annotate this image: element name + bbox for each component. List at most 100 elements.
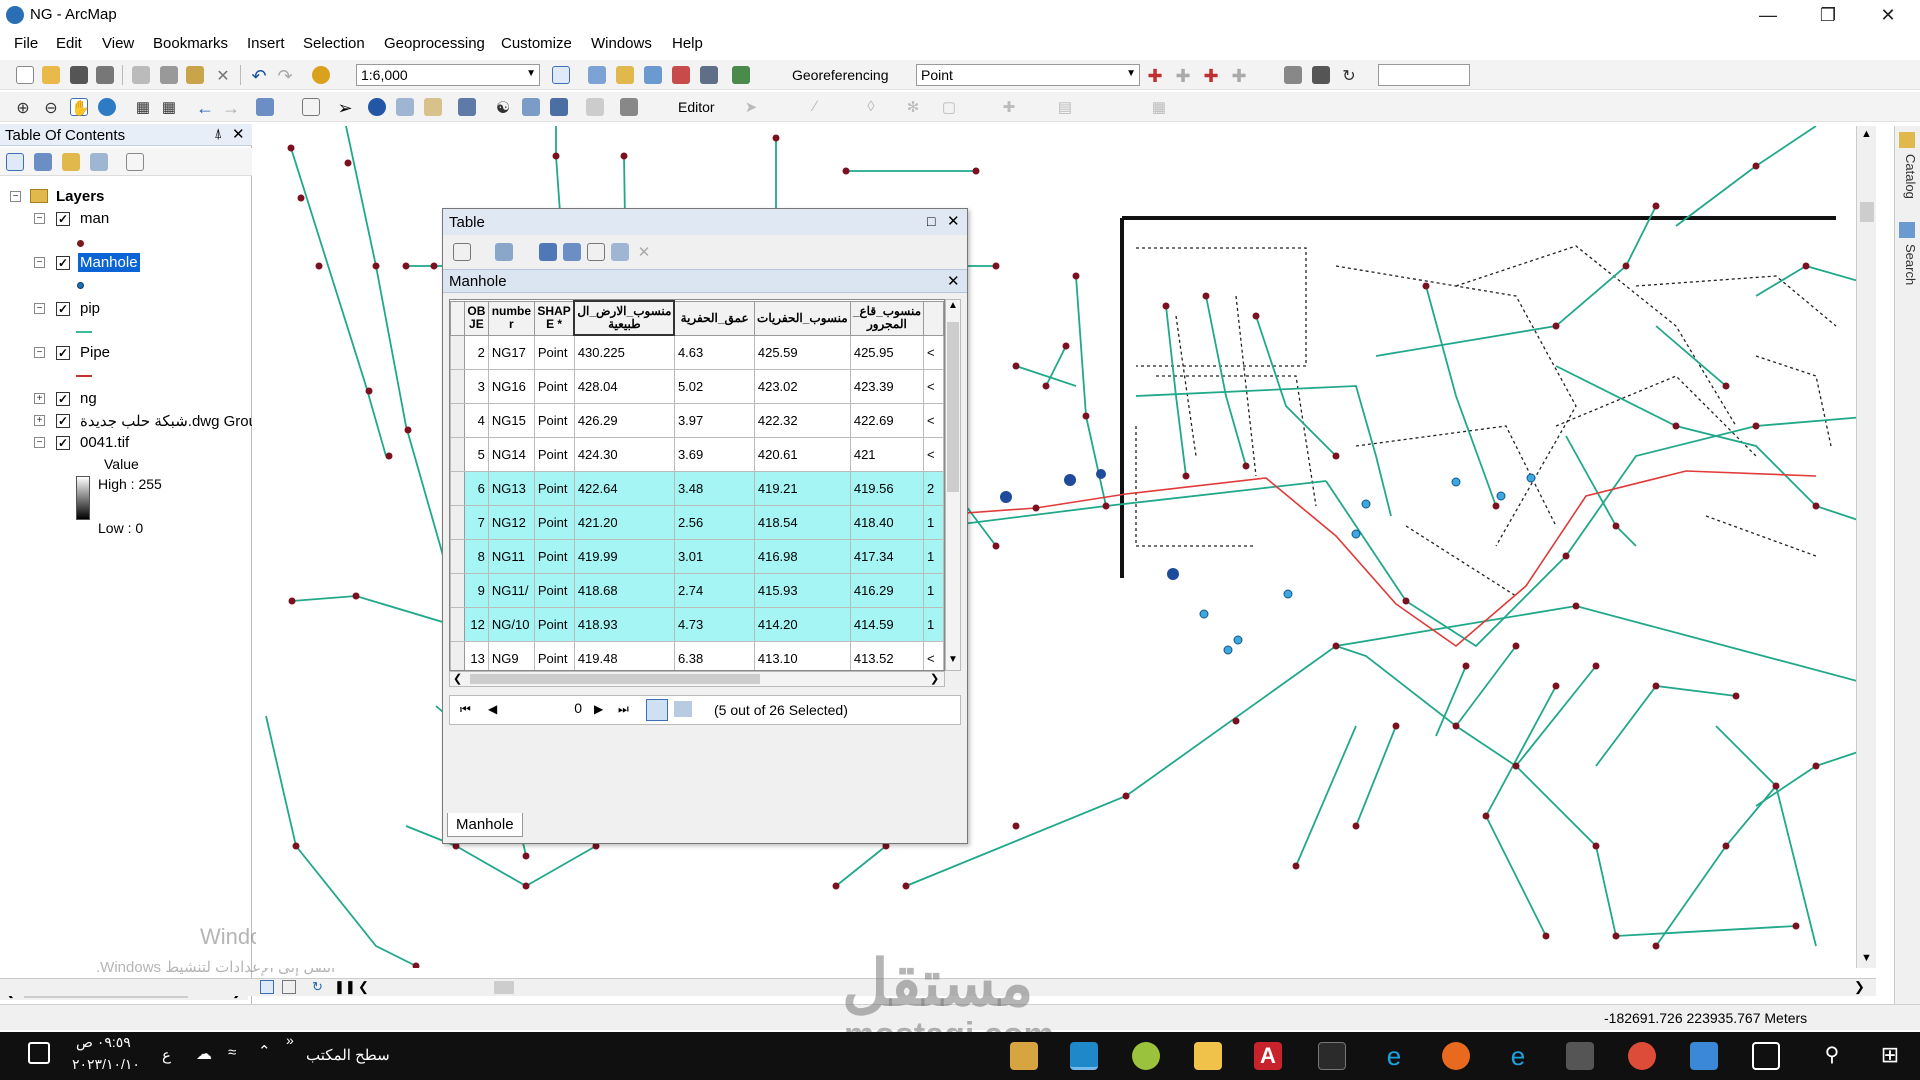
cell-excavation-level[interactable]: 425.59 (753, 334, 851, 370)
cell-excavation-depth[interactable]: 4.73 (673, 606, 755, 642)
catalog-tab[interactable]: Catalog (1898, 154, 1918, 199)
scroll-thumb[interactable] (470, 674, 760, 684)
row-selector[interactable] (450, 402, 465, 438)
cell-shape[interactable]: Point (533, 606, 575, 642)
toc-layer-pip[interactable]: − ✓ pip (0, 298, 252, 320)
cell-shape[interactable]: Point (533, 640, 575, 670)
zoom-in-icon[interactable]: ⊕ (14, 98, 32, 117)
cell-excavation-depth[interactable]: 2.56 (673, 504, 755, 540)
onedrive-icon[interactable]: ☁ (196, 1044, 212, 1064)
table-row[interactable]: 4 NG15 Point 426.29 3.97 422.32 422.69 < (450, 402, 944, 438)
column-header-objectid[interactable]: OB JE (463, 300, 489, 336)
cell-extra[interactable]: 1 (923, 606, 944, 642)
toc-layer-dwg-group[interactable]: + ✓ شبكة حلب جديدة.dwg Grou (0, 410, 252, 432)
toc-layer-manhole[interactable]: − ✓ Manhole (0, 252, 252, 274)
cell-invert-level[interactable]: 413.52 (849, 640, 925, 670)
python-window-icon[interactable] (700, 66, 718, 84)
back-extent-icon[interactable]: ← (196, 98, 214, 118)
scroll-left-icon[interactable]: ❮ (358, 979, 369, 995)
toc-close-icon[interactable]: ✕ (232, 125, 245, 143)
cell-shape[interactable]: Point (533, 470, 575, 506)
cell-number[interactable]: NG17 (487, 334, 535, 370)
cell-objectid[interactable]: 9 (463, 572, 489, 608)
file-explorer-icon[interactable] (1194, 1042, 1222, 1070)
rotate-icon[interactable]: ↻ (1340, 66, 1358, 85)
row-selector-header[interactable] (450, 300, 465, 336)
cell-ground-level[interactable]: 428.04 (573, 368, 675, 404)
cell-objectid[interactable]: 2 (463, 334, 489, 370)
cell-excavation-depth[interactable]: 6.38 (673, 640, 755, 670)
menu-windows[interactable]: Windows (591, 35, 652, 52)
cell-ground-level[interactable]: 418.93 (573, 606, 675, 642)
edge-icon[interactable]: e (1380, 1042, 1408, 1070)
menu-help[interactable]: Help (672, 35, 703, 52)
next-record-icon[interactable]: ▶ (594, 702, 603, 716)
clear-selection-table-icon[interactable] (587, 243, 605, 261)
collapse-icon[interactable]: − (34, 213, 45, 224)
menu-insert[interactable]: Insert (247, 35, 285, 52)
related-tables-icon[interactable] (495, 243, 513, 261)
chrome-icon[interactable] (1628, 1042, 1656, 1070)
cell-ground-level[interactable]: 419.48 (573, 640, 675, 670)
cell-invert-level[interactable]: 419.56 (849, 470, 925, 506)
cell-objectid[interactable]: 8 (463, 538, 489, 574)
video-app-icon[interactable] (1690, 1042, 1718, 1070)
cell-excavation-depth[interactable]: 4.63 (673, 334, 755, 370)
cell-number[interactable]: NG13 (487, 470, 535, 506)
show-hidden-icons[interactable]: ⌃ (258, 1042, 271, 1060)
cell-extra[interactable]: 2 (923, 470, 944, 506)
menu-edit[interactable]: Edit (56, 35, 82, 52)
map-scale-combo[interactable]: 1:6,000 ▼ (356, 64, 540, 86)
cell-ground-level[interactable]: 419.99 (573, 538, 675, 574)
cell-extra[interactable]: < (923, 334, 944, 370)
toc-layer-ng[interactable]: + ✓ ng (0, 388, 252, 410)
toc-options-icon[interactable] (126, 153, 144, 171)
zoom-out-icon[interactable]: ⊖ (42, 98, 60, 117)
autocad-icon[interactable]: A (1254, 1042, 1282, 1070)
delete-selected-icon[interactable]: ✕ (635, 243, 653, 261)
row-selector[interactable] (450, 640, 465, 670)
cell-excavation-level[interactable]: 413.10 (753, 640, 851, 670)
toc-layer-raster[interactable]: − ✓ 0041.tif (0, 432, 252, 454)
forward-extent-icon[interactable]: → (222, 98, 240, 118)
zoom-to-selected-link-icon[interactable]: ✚ (1202, 66, 1220, 86)
scroll-up-icon[interactable]: ▲ (1861, 128, 1872, 140)
list-by-visibility-icon[interactable] (62, 153, 80, 171)
cell-objectid[interactable]: 5 (463, 436, 489, 472)
maximize-button[interactable]: ❐ (1800, 0, 1856, 30)
clear-selection-icon[interactable] (302, 98, 320, 116)
cell-extra[interactable]: < (923, 436, 944, 472)
table-row[interactable]: 6 NG13 Point 422.64 3.48 419.21 419.56 2 (450, 470, 944, 506)
cell-excavation-level[interactable]: 418.54 (753, 504, 851, 540)
cell-invert-level[interactable]: 422.69 (849, 402, 925, 438)
cell-ground-level[interactable]: 424.30 (573, 436, 675, 472)
collapse-icon[interactable]: − (10, 191, 21, 202)
delete-link-icon[interactable]: ✚ (1230, 66, 1248, 86)
editor-menu[interactable]: Editor (678, 99, 715, 115)
layer-visibility-checkbox[interactable]: ✓ (56, 436, 70, 450)
column-header-excavation-level[interactable]: منسوب_الحفريات (753, 300, 851, 336)
toc-layer-pipe[interactable]: − ✓ Pipe (0, 342, 252, 364)
cell-number[interactable]: NG/10 (487, 606, 535, 642)
cell-ground-level[interactable]: 430.225 (573, 334, 675, 370)
expand-icon[interactable]: + (34, 415, 45, 426)
table-row[interactable]: 5 NG14 Point 424.30 3.69 420.61 421 < (450, 436, 944, 472)
save-icon[interactable] (70, 66, 88, 84)
column-header-excavation-depth[interactable]: عمق_الحفرية (673, 300, 755, 336)
rotate-edit-icon[interactable]: ✚ (1000, 98, 1018, 116)
menu-file[interactable]: File (14, 35, 38, 52)
layer-visibility-checkbox[interactable]: ✓ (56, 346, 70, 360)
table-row[interactable]: 12 NG/10 Point 418.93 4.73 414.20 414.59 1 (450, 606, 944, 642)
cell-shape[interactable]: Point (533, 334, 575, 370)
cell-shape[interactable]: Point (533, 538, 575, 574)
attributes-icon[interactable]: ▤ (1056, 98, 1074, 116)
list-by-selection-icon[interactable] (90, 153, 108, 171)
cell-invert-level[interactable]: 418.40 (849, 504, 925, 540)
cell-number[interactable]: NG15 (487, 402, 535, 438)
hyperlink-icon[interactable] (424, 98, 442, 116)
cell-invert-level[interactable]: 417.34 (849, 538, 925, 574)
row-selector[interactable] (450, 538, 465, 574)
start-button-icon[interactable]: ⊞ (1876, 1042, 1904, 1070)
fixed-zoom-out-icon[interactable]: ▦ (160, 98, 178, 116)
row-selector[interactable] (450, 606, 465, 642)
